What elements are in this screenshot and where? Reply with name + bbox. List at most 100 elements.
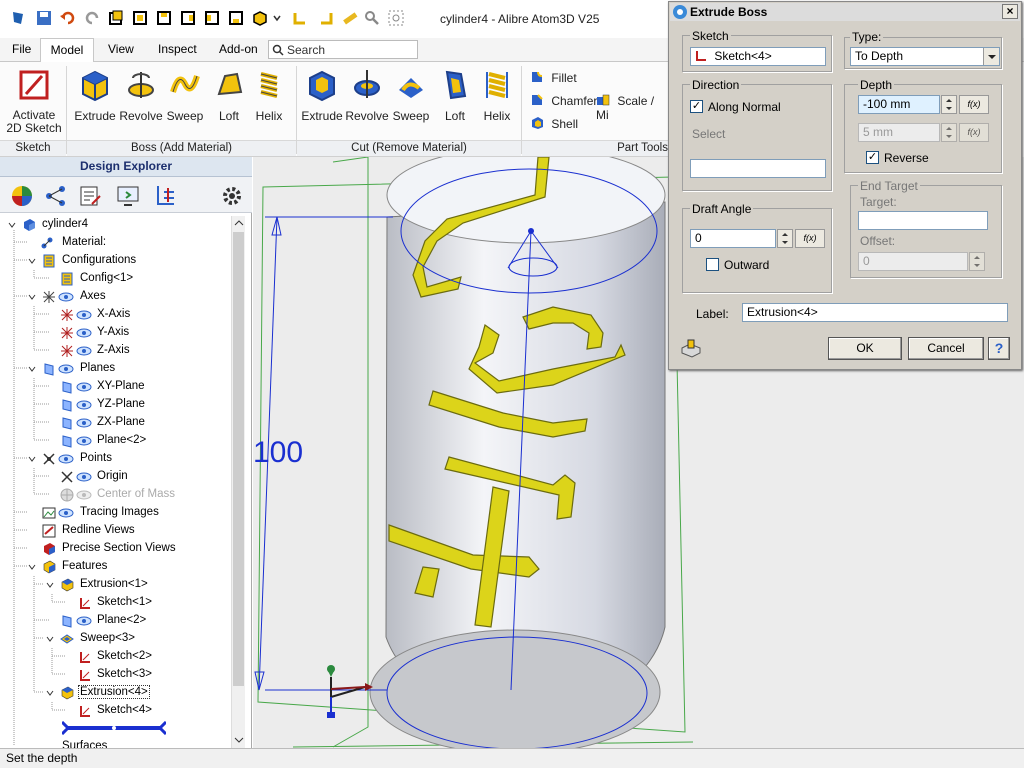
orient-icon[interactable] [292,10,308,26]
tree-item-extrusion-1[interactable]: Extrusion<1> [80,578,148,590]
scroll-down-icon[interactable] [234,735,244,745]
tab-view[interactable]: View [106,38,136,62]
tree-item-y-axis[interactable]: Y-Axis [97,326,129,338]
boss-sweep-button[interactable]: Sweep [162,68,208,123]
eye-icon[interactable] [58,364,74,374]
color-wheel-icon[interactable] [10,184,34,208]
scroll-thumb[interactable] [233,232,244,686]
eye-icon[interactable] [76,418,92,428]
eye-icon[interactable] [76,346,92,356]
redo-icon[interactable] [84,10,100,26]
collapse-chevron-icon[interactable] [28,455,36,463]
search-input[interactable]: Search [268,40,418,59]
tab-file[interactable]: File [10,38,33,62]
outward-checkbox[interactable] [706,258,719,271]
depth-field[interactable]: -100 mm [858,95,940,114]
tree-item-center-of-mass[interactable]: Center of Mass [97,488,175,500]
boss-helix-button[interactable]: Helix [246,68,292,123]
cut-sweep-button[interactable]: Sweep [388,68,434,123]
type-dropdown-button[interactable] [983,48,999,65]
tree-item-origin[interactable]: Origin [97,470,128,482]
shell-button[interactable]: Shell [530,116,578,131]
collapse-chevron-icon[interactable] [46,581,54,589]
eye-icon[interactable] [58,292,74,302]
help-button[interactable]: ? [988,337,1010,360]
preview-icon[interactable] [680,338,702,358]
align-icon[interactable] [318,10,334,26]
draft-angle-field[interactable]: 0 [690,229,776,248]
tree-item-surfaces[interactable]: Surfaces [62,740,107,748]
screen-export-icon[interactable] [116,184,140,208]
rollback-bar[interactable] [62,721,166,735]
scale-mirror-button[interactable]: Scale / Mi [596,93,670,122]
zoom-window-icon[interactable] [388,10,404,26]
boss-revolve-button[interactable]: Revolve [118,68,164,123]
collapse-chevron-icon[interactable] [46,689,54,697]
ok-button[interactable]: OK [828,337,902,360]
eye-icon[interactable] [76,400,92,410]
draft-angle-fx-button[interactable]: f(x) [795,229,825,248]
tree-item-xy-plane[interactable]: XY-Plane [97,380,145,392]
eye-icon[interactable] [58,454,74,464]
collapse-chevron-icon[interactable] [28,563,36,571]
properties-icon[interactable] [78,184,102,208]
dependencies-icon[interactable] [44,184,68,208]
tree-item-planes[interactable]: Planes [80,362,115,374]
view-right-icon[interactable] [180,10,196,26]
select-field[interactable] [690,159,826,178]
tree-item-material[interactable]: Material: [62,236,106,248]
tree-item-points[interactable]: Points [80,452,112,464]
target-field[interactable] [858,211,988,230]
draft-angle-spinner[interactable] [777,229,793,248]
view-cube-icon[interactable] [108,10,124,26]
depth-secondary-spinner[interactable] [941,123,957,142]
chamfer-button[interactable]: Chamfer [530,93,597,108]
tree-item-plane-2[interactable]: Plane<2> [97,434,146,446]
tree-item-sketch-3[interactable]: Sketch<3> [97,668,152,680]
measure-icon[interactable] [342,10,358,26]
collapse-chevron-icon[interactable] [28,365,36,373]
view-back-icon[interactable] [228,10,244,26]
dialog-close-button[interactable]: × [1002,4,1018,19]
offset-field[interactable]: 0 [858,252,968,271]
tree-item-cylinder4[interactable]: cylinder4 [42,218,88,230]
tree-item-redline-views[interactable]: Redline Views [62,524,135,536]
cut-revolve-button[interactable]: Revolve [344,68,390,123]
collapse-chevron-icon[interactable] [28,257,36,265]
gear-icon[interactable] [220,184,244,208]
tree-item-sketch-1[interactable]: Sketch<1> [97,596,152,608]
eye-icon[interactable] [76,472,92,482]
tree-item-extrusion-4[interactable]: Extrusion<4> [78,685,150,699]
cancel-button[interactable]: Cancel [908,337,984,360]
fillet-button[interactable]: Fillet [530,70,577,85]
collapse-chevron-icon[interactable] [28,293,36,301]
tree-item-yz-plane[interactable]: YZ-Plane [97,398,145,410]
view-iso-icon[interactable] [252,10,268,26]
cut-helix-button[interactable]: Helix [474,68,520,123]
reverse-checkbox[interactable]: ✓ [866,151,879,164]
tree-item-sweep-3[interactable]: Sweep<3> [80,632,135,644]
collapse-chevron-icon[interactable] [46,635,54,643]
collapse-chevron-icon[interactable] [8,221,16,229]
depth-spinner[interactable] [941,95,957,114]
tree-item-x-axis[interactable]: X-Axis [97,308,130,320]
tree-item-z-axis[interactable]: Z-Axis [97,344,130,356]
view-front-icon[interactable] [132,10,148,26]
undo-icon[interactable] [60,10,76,26]
eye-icon[interactable] [76,310,92,320]
eye-icon[interactable] [76,490,92,500]
save-icon[interactable] [36,10,52,26]
eye-icon[interactable] [76,616,92,626]
activate-2d-sketch-button[interactable]: Activate 2D Sketch [4,68,64,135]
offset-spinner[interactable] [969,252,985,271]
tree-item-sketch-4[interactable]: Sketch<4> [97,704,152,716]
tab-inspect[interactable]: Inspect [156,38,199,62]
tree-item-tracing-images[interactable]: Tracing Images [80,506,159,518]
label-field[interactable]: Extrusion<4> [742,303,1008,322]
view-left-icon[interactable] [204,10,220,26]
tab-model[interactable]: Model [40,38,94,63]
chevron-down-icon[interactable] [272,10,282,26]
view-top-icon[interactable] [156,10,172,26]
tree-item-sketch-2[interactable]: Sketch<2> [97,650,152,662]
cut-loft-button[interactable]: Loft [432,68,478,123]
